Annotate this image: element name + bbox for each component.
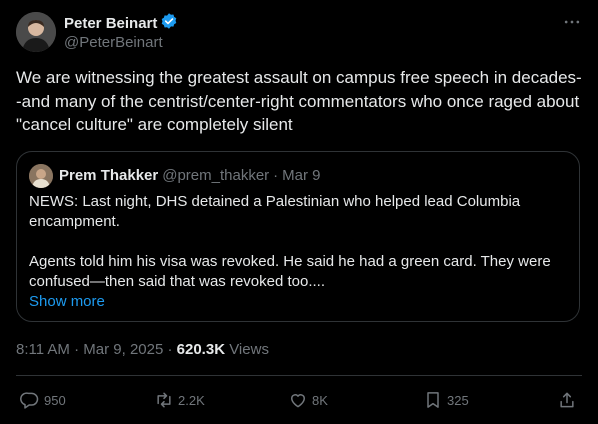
more-icon: [564, 20, 580, 24]
quote-author-name[interactable]: Prem Thakker: [59, 166, 158, 186]
like-count: 8K: [312, 392, 328, 408]
repost-button[interactable]: 2.2K: [154, 388, 205, 412]
tweet-text: We are witnessing the greatest assault o…: [16, 68, 582, 134]
like-button[interactable]: 8K: [288, 388, 328, 412]
quote-header: Prem Thakker @prem_thakker · Mar 9: [59, 166, 321, 186]
tweet-time[interactable]: 8:11 AM: [16, 341, 70, 358]
meta-separator-2: ·: [167, 341, 173, 358]
bookmark-icon: [427, 392, 439, 408]
repost-icon: [157, 392, 171, 408]
quote-avatar[interactable]: [29, 164, 53, 188]
quoted-tweet[interactable]: Prem Thakker @prem_thakker · Mar 9 NEWS:…: [16, 151, 580, 322]
tweet-meta: 8:11 AM · Mar 9, 2025 · 620.3K Views: [16, 340, 269, 360]
divider: [16, 375, 582, 376]
verified-badge-icon: [160, 12, 178, 36]
reply-icon: [20, 392, 39, 409]
bookmark-count: 325: [447, 392, 469, 408]
quote-paragraph-2: Agents told him his visa was revoked. He…: [29, 253, 551, 290]
quote-date[interactable]: Mar 9: [282, 166, 320, 186]
avatar[interactable]: [16, 12, 56, 52]
views-label: Views: [229, 341, 269, 358]
share-button[interactable]: [557, 388, 577, 412]
quote-body: NEWS: Last night, DHS detained a Palesti…: [29, 192, 565, 292]
meta-separator: ·: [74, 341, 80, 358]
quote-paragraph-1: NEWS: Last night, DHS detained a Palesti…: [29, 193, 521, 230]
share-icon: [560, 392, 574, 408]
repost-count: 2.2K: [178, 392, 205, 408]
author-handle[interactable]: @PeterBeinart: [64, 33, 163, 53]
reply-count: 950: [44, 392, 66, 408]
quote-separator: ·: [273, 167, 279, 184]
quote-author-handle[interactable]: @prem_thakker: [162, 166, 269, 186]
tweet: Peter Beinart @PeterBeinart We are witne…: [0, 0, 598, 424]
tweet-date[interactable]: Mar 9, 2025: [83, 341, 163, 358]
reply-button[interactable]: 950: [20, 388, 66, 412]
like-icon: [291, 394, 305, 408]
show-more-link[interactable]: Show more: [29, 292, 105, 312]
author-name-text[interactable]: Peter Beinart: [64, 14, 157, 34]
more-button[interactable]: [560, 10, 584, 34]
views-count: 620.3K: [176, 341, 226, 358]
bookmark-button[interactable]: 325: [423, 388, 469, 412]
